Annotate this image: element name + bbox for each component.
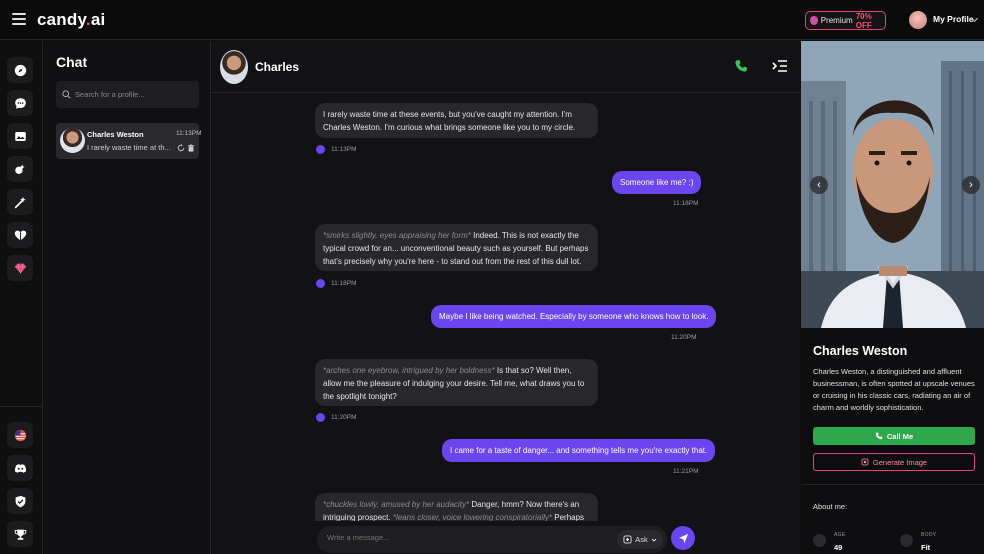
profile-panel: ‹ › Charles Weston Charles Weston, a dis… xyxy=(801,41,984,554)
trash-icon[interactable] xyxy=(187,144,195,152)
top-bar: candy.ai Premium 70% OFF My Profile xyxy=(0,0,984,40)
logo[interactable]: candy.ai xyxy=(37,10,105,30)
ask-icon xyxy=(623,535,632,544)
chat-header-avatar[interactable] xyxy=(220,50,248,84)
message-time: 11:20PM xyxy=(671,334,697,341)
bot-message: I rarely waste time at these events, but… xyxy=(315,103,598,138)
search-box[interactable] xyxy=(56,81,199,108)
message-time: 11:20PM xyxy=(331,414,357,421)
search-icon xyxy=(62,90,71,99)
trophy-icon[interactable] xyxy=(7,521,33,547)
send-button[interactable] xyxy=(671,526,695,550)
user-message: I came for a taste of danger... and some… xyxy=(442,439,716,462)
conversation-item[interactable]: Charles Weston 11:13PM I rarely waste ti… xyxy=(56,123,202,159)
chat-icon[interactable] xyxy=(7,90,33,116)
profile-photo: ‹ › xyxy=(801,41,984,328)
chat-panel: Charles I rarely waste time at these eve… xyxy=(212,41,800,554)
portrait-image xyxy=(801,41,984,328)
conversation-name: Charles Weston xyxy=(87,130,144,139)
reddit-icon[interactable] xyxy=(7,488,33,514)
message-time: 11:21PM xyxy=(673,468,699,475)
discord-icon[interactable] xyxy=(7,455,33,481)
avatar[interactable] xyxy=(909,11,927,29)
menu-icon[interactable] xyxy=(12,13,26,25)
heart-icon[interactable] xyxy=(7,222,33,248)
profile-divider xyxy=(801,484,984,485)
bot-message: *arches one eyebrow, intrigued by her bo… xyxy=(315,359,598,406)
chat-list-panel: Chat Charles Weston 11:13PM I rarely was… xyxy=(44,41,211,554)
conversation-time: 11:13PM xyxy=(176,130,202,137)
bot-mini-avatar xyxy=(316,145,325,154)
age-icon xyxy=(813,534,826,547)
chevron-down-icon xyxy=(651,538,657,542)
conversation-avatar xyxy=(60,128,85,153)
chat-header: Charles xyxy=(212,41,800,93)
bot-mini-avatar xyxy=(316,279,325,288)
bot-mini-avatar xyxy=(316,413,325,422)
bot-message: *chuckles lowly, amused by her audacity*… xyxy=(315,493,598,521)
profile-description: Charles Weston, a distinguished and affl… xyxy=(813,367,975,412)
gem-icon[interactable] xyxy=(7,255,33,281)
us-flag-icon[interactable] xyxy=(7,422,33,448)
call-me-button[interactable]: Call Me xyxy=(813,427,975,445)
premium-icon xyxy=(810,16,818,25)
bot-message: *smirks slightly, eyes appraising her fo… xyxy=(315,224,598,271)
phone-icon[interactable] xyxy=(734,59,748,73)
previous-photo-button[interactable]: ‹ xyxy=(810,176,828,194)
gallery-icon[interactable] xyxy=(7,123,33,149)
message-time: 11:13PM xyxy=(331,146,357,153)
conversation-preview: I rarely waste time at th... xyxy=(87,143,171,152)
search-input[interactable] xyxy=(75,90,195,99)
message-input[interactable] xyxy=(327,533,577,542)
user-message: Maybe I like being watched. Especially b… xyxy=(431,305,717,328)
nav-divider xyxy=(0,406,43,407)
next-photo-button[interactable]: › xyxy=(962,176,980,194)
reset-icon[interactable] xyxy=(177,144,185,152)
profile-name: Charles Weston xyxy=(813,344,908,358)
ask-dropdown[interactable]: Ask xyxy=(617,530,663,549)
send-icon xyxy=(678,533,688,543)
about-me-label: About me: xyxy=(813,502,848,511)
user-message: Someone like me? :) xyxy=(612,171,702,194)
message-time: 11:18PM xyxy=(673,200,699,207)
body-icon xyxy=(900,534,913,547)
message-time: 11:18PM xyxy=(331,280,357,287)
chat-list-title: Chat xyxy=(56,54,88,70)
chat-header-name: Charles xyxy=(255,60,300,74)
image-icon xyxy=(861,458,869,466)
left-nav xyxy=(0,41,43,554)
generate-icon[interactable] xyxy=(7,156,33,182)
premium-button[interactable]: Premium 70% OFF xyxy=(805,11,886,30)
phone-icon xyxy=(875,432,883,440)
compass-icon[interactable] xyxy=(7,57,33,83)
magic-wand-icon[interactable] xyxy=(7,189,33,215)
generate-image-button[interactable]: Generate Image xyxy=(813,453,975,471)
toggle-sidebar-icon[interactable] xyxy=(772,58,788,74)
my-profile-label[interactable]: My Profile xyxy=(933,14,974,24)
message-composer: Ask xyxy=(317,526,667,553)
